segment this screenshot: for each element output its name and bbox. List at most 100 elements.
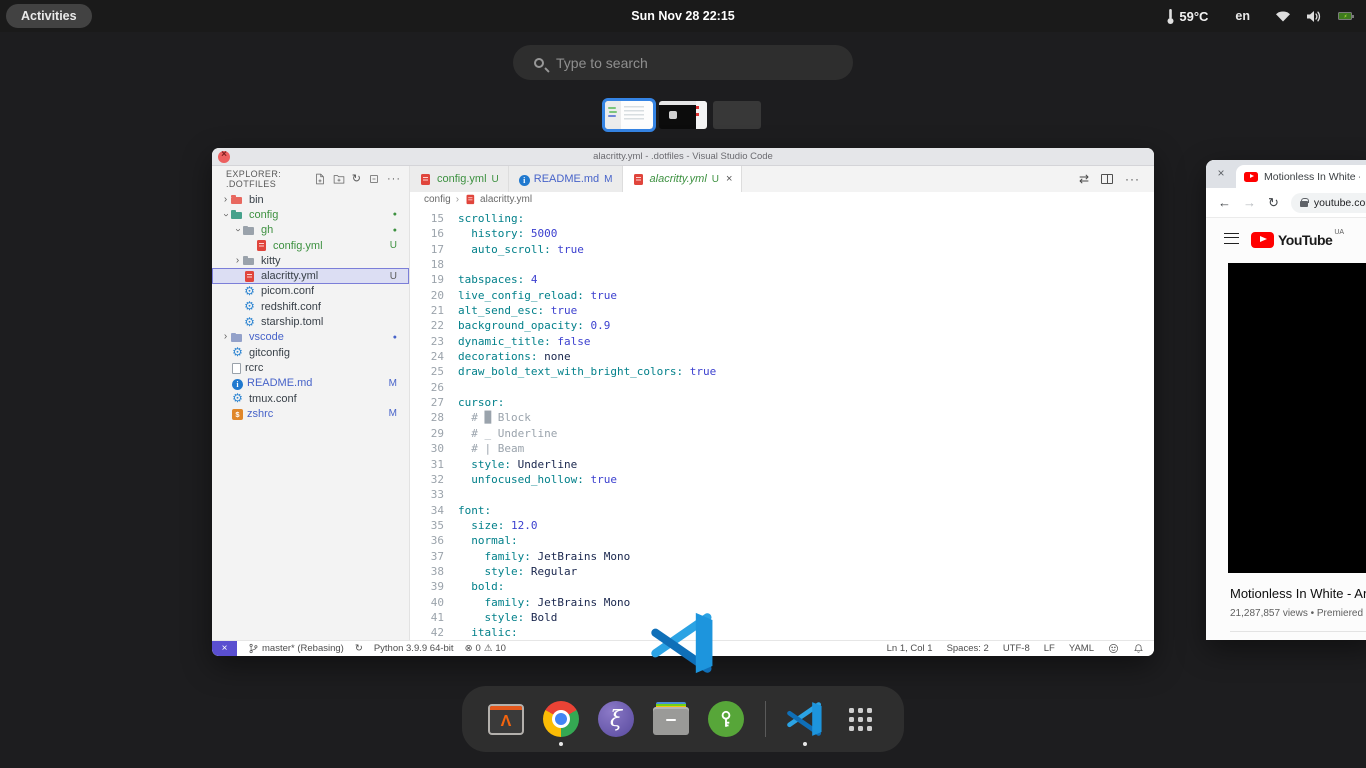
workspace-thumbnail-3-empty[interactable] — [713, 101, 761, 129]
status-item[interactable]: YAML — [1069, 643, 1094, 654]
battery-icon — [1338, 12, 1352, 20]
line-content: live_config_reload: true — [458, 289, 617, 304]
tree-item-zshrc[interactable]: zshrcM — [212, 406, 409, 421]
token-s: Bold — [531, 611, 558, 624]
tree-item-alacritty.yml[interactable]: alacritty.ymlU — [212, 268, 409, 283]
notifications-bell-icon[interactable] — [1133, 643, 1144, 654]
token-p — [524, 273, 531, 286]
editor-tab-README.md[interactable]: README.mdM — [509, 166, 623, 192]
dock-vscode[interactable] — [783, 693, 827, 745]
editor-more-actions-icon[interactable]: ··· — [1125, 172, 1140, 186]
line-content: family: JetBrains Mono — [458, 550, 630, 565]
code-line: 31 style: Underline — [410, 458, 1154, 473]
chrome-window[interactable]: × Motionless In White - A ◄ ← → ↻ youtub… — [1206, 160, 1366, 640]
search-input[interactable] — [556, 55, 816, 71]
tree-item-kitty[interactable]: ›kitty — [212, 253, 409, 268]
code-line: 40 family: JetBrains Mono — [410, 596, 1154, 611]
sync-changes-button[interactable]: ↻ — [355, 643, 363, 654]
system-tray[interactable]: 59°C en — [1166, 0, 1352, 32]
dock-show-applications[interactable] — [838, 693, 882, 745]
dock-separator — [765, 701, 766, 737]
breadcrumb-folder[interactable]: config — [424, 194, 451, 205]
tree-item-README.md[interactable]: README.mdM — [212, 376, 409, 391]
views-more-actions-icon[interactable]: ··· — [387, 173, 401, 185]
open-changes-icon[interactable]: ⇄ — [1079, 172, 1089, 186]
dock-files[interactable] — [649, 693, 693, 745]
token-p — [458, 580, 471, 593]
remote-indicator[interactable]: × — [212, 641, 237, 657]
tree-item-picom.conf[interactable]: ⚙picom.conf — [212, 284, 409, 299]
reload-icon[interactable]: ↻ — [1268, 195, 1279, 211]
alacritty-icon — [488, 704, 524, 735]
lock-icon[interactable] — [1300, 201, 1308, 207]
divider — [1230, 631, 1366, 632]
new-file-icon[interactable] — [314, 173, 326, 185]
token-k: font: — [458, 504, 491, 517]
breadcrumb-file[interactable]: alacritty.yml — [480, 194, 532, 205]
status-item[interactable]: Ln 1, Col 1 — [887, 643, 933, 654]
status-item[interactable]: Spaces: 2 — [947, 643, 989, 654]
tree-item-gitconfig[interactable]: ⚙gitconfig — [212, 345, 409, 360]
address-bar[interactable]: youtube.com/wa — [1291, 193, 1366, 213]
overview-search[interactable] — [513, 45, 853, 80]
video-player[interactable] — [1228, 263, 1366, 573]
line-number: 23 — [410, 335, 444, 350]
token-s: Underline — [518, 458, 578, 471]
forward-icon[interactable]: → — [1243, 195, 1256, 210]
status-item[interactable]: LF — [1044, 643, 1055, 654]
new-folder-icon[interactable] — [333, 173, 345, 185]
line-content: font: — [458, 504, 491, 519]
close-tab-icon[interactable]: × — [726, 173, 732, 185]
refresh-explorer-icon[interactable]: ↻ — [352, 173, 361, 185]
status-item[interactable]: UTF-8 — [1003, 643, 1030, 654]
dock-keepassxc[interactable] — [704, 693, 748, 745]
file-label: zshrc — [247, 408, 273, 420]
tree-item-rcrc[interactable]: rcrc — [212, 360, 409, 375]
hamburger-menu-icon[interactable] — [1224, 233, 1239, 244]
mini-video — [669, 111, 677, 119]
editor-tab-alacritty.yml[interactable]: alacritty.ymlU× — [623, 166, 743, 192]
split-editor-icon[interactable] — [1101, 174, 1113, 184]
line-content: italic: — [458, 626, 518, 640]
tree-item-config.yml[interactable]: config.ymlU — [212, 238, 409, 253]
collapse-folders-icon[interactable] — [368, 173, 380, 185]
code-editor[interactable]: 15scrolling:16 history: 500017 auto_scro… — [410, 206, 1154, 640]
workspace-thumbnail-2[interactable] — [659, 101, 707, 129]
tree-item-tmux.conf[interactable]: ⚙tmux.conf — [212, 391, 409, 406]
tab-close-icon[interactable]: × — [1214, 166, 1228, 180]
tree-item-gh[interactable]: ›gh● — [212, 223, 409, 238]
back-icon[interactable]: ← — [1218, 195, 1231, 210]
feedback-smiley-icon[interactable] — [1108, 643, 1119, 654]
tree-item-starship.toml[interactable]: ⚙starship.toml — [212, 314, 409, 329]
tree-item-redshift.conf[interactable]: ⚙redshift.conf — [212, 299, 409, 314]
tab-label: README.md — [534, 173, 599, 185]
chrome-active-tab[interactable]: Motionless In White - A ◄ — [1236, 165, 1366, 188]
python-interpreter[interactable]: Python 3.9.9 64-bit — [374, 643, 454, 654]
folder-blue-icon — [231, 331, 244, 344]
app-grid-icon — [849, 708, 872, 731]
errors-icon: ⊗ — [465, 643, 473, 654]
problems-indicator[interactable]: ⊗ 0 ⚠ 10 — [465, 643, 506, 654]
tree-item-vscode[interactable]: ›vscode● — [212, 330, 409, 345]
editor-tab-config.yml[interactable]: config.ymlU — [410, 166, 509, 192]
git-branch-status[interactable]: master* (Rebasing) — [248, 643, 344, 654]
token-p — [511, 458, 518, 471]
files-icon — [653, 707, 689, 737]
youtube-logo[interactable]: YouTube UA — [1251, 229, 1344, 248]
token-p — [524, 611, 531, 624]
keyboard-layout-indicator[interactable]: en — [1235, 9, 1250, 23]
dock-alacritty[interactable] — [484, 693, 528, 745]
dock-emacs[interactable]: ξ — [594, 693, 638, 745]
line-content: # █ Block — [458, 411, 531, 426]
clock[interactable]: Sun Nov 28 22:15 — [0, 9, 1366, 23]
breadcrumb[interactable]: config › alacritty.yml — [410, 192, 1154, 206]
vscode-window[interactable]: alacritty.yml - .dotfiles - Visual Studi… — [212, 148, 1154, 656]
line-number: 27 — [410, 396, 444, 411]
vscode-app-icon[interactable] — [651, 611, 715, 675]
workspace-thumbnail-1[interactable] — [605, 101, 653, 129]
tree-item-bin[interactable]: ›bin — [212, 192, 409, 207]
line-content: style: Regular — [458, 565, 577, 580]
token-v: 4 — [531, 273, 538, 286]
tree-item-config[interactable]: ›config● — [212, 207, 409, 222]
dock-chrome[interactable] — [539, 693, 583, 745]
